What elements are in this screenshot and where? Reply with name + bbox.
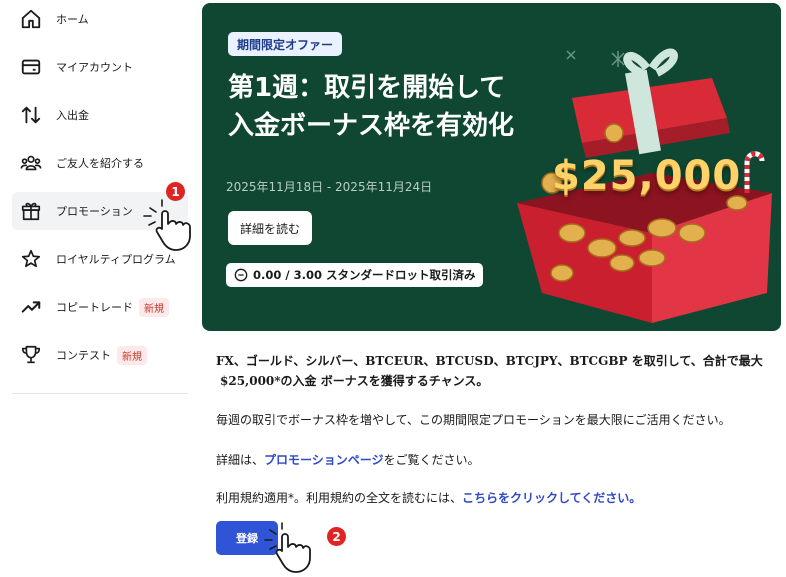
step-1-marker: 1 <box>166 182 185 201</box>
trend-up-icon <box>20 296 42 318</box>
read-details-button[interactable]: 詳細を読む <box>228 211 313 245</box>
sidebar-item-label: コピートレード <box>56 301 133 314</box>
step-2-marker: 2 <box>327 527 346 546</box>
transfer-arrows-icon <box>20 104 42 126</box>
lot-progress-pill: 0.00 / 3.00 スタンダードロット取引済み <box>226 263 484 287</box>
sidebar-divider <box>12 393 188 394</box>
text-span: 利用規約適用*。利用規約の全文を読むには、 <box>216 491 463 505</box>
people-icon <box>20 152 42 174</box>
home-icon <box>20 8 42 30</box>
lot-progress-text: 0.00 / 3.00 スタンダードロット取引済み <box>253 268 476 282</box>
sidebar-item-label: 入出金 <box>56 109 89 122</box>
bonus-amount: $25,000 <box>552 153 742 199</box>
new-badge: 新規 <box>117 345 147 365</box>
minus-circle-icon <box>234 268 248 282</box>
pointing-hand-icon <box>264 522 311 573</box>
banner-title-line: 入金ボーナス枠を有効化 <box>228 111 515 141</box>
pointing-hand-icon <box>143 199 191 251</box>
sidebar-item-label: マイアカウント <box>56 61 133 74</box>
promo-summary-line: FX、ゴールド、シルバー、BTCEUR、BTCUSD、BTCJPY、BTCGBP… <box>216 354 763 368</box>
sidebar-item-label: ご友人を紹介する <box>56 157 144 170</box>
text-span: をご覧ください。 <box>383 453 480 467</box>
banner-title-line: 第1週：取引を開始して <box>228 73 506 103</box>
banner-title: 第1週：取引を開始して 入金ボーナス枠を有効化 <box>228 69 558 145</box>
sidebar-item-label: ロイヤルティプログラム <box>56 253 176 266</box>
sidebar-item-label: プロモーション <box>56 205 133 218</box>
gift-icon <box>20 200 42 222</box>
new-badge: 新規 <box>139 297 169 317</box>
wallet-icon <box>20 56 42 78</box>
sidebar-item-refer-friend[interactable]: ご友人を紹介する <box>12 144 188 182</box>
sidebar-item-home[interactable]: ホーム <box>12 0 188 38</box>
promo-paragraph: 毎週の取引でボーナス枠を増やして、この期間限定プロモーションを最大限にご活用くだ… <box>216 413 731 427</box>
promo-summary: FX、ゴールド、シルバー、BTCEUR、BTCUSD、BTCJPY、BTCGBP… <box>216 351 776 391</box>
sidebar-item-deposit-withdraw[interactable]: 入出金 <box>12 96 188 134</box>
trophy-icon <box>20 344 42 366</box>
sidebar-item-contest[interactable]: コンテスト 新規 <box>12 336 188 374</box>
promo-dates: 2025年11月18日 - 2025年11月24日 <box>226 180 433 194</box>
promo-details-paragraph: 詳細は、プロモーションページをご覧ください。 <box>216 451 776 468</box>
sidebar-item-label: ホーム <box>56 13 89 26</box>
promo-banner: 期間限定オファー 第1週：取引を開始して 入金ボーナス枠を有効化 2025年11… <box>202 3 781 331</box>
promotion-page-link[interactable]: プロモーションページ <box>264 453 384 467</box>
sidebar-item-my-account[interactable]: マイアカウント <box>12 48 188 86</box>
terms-paragraph: 利用規約適用*。利用規約の全文を読むには、こちらをクリックしてください。 <box>216 489 776 506</box>
limited-offer-tag: 期間限定オファー <box>228 32 343 56</box>
sidebar-item-label: コンテスト <box>56 349 111 362</box>
sidebar-item-copy-trade[interactable]: コピートレード 新規 <box>12 288 188 326</box>
text-span: 詳細は、 <box>216 453 265 467</box>
star-icon <box>20 248 42 270</box>
terms-link[interactable]: こちらをクリックしてください。 <box>462 491 641 505</box>
promo-summary-line: $25,000*の入金 ボーナスを獲得するチャンス。 <box>220 374 489 388</box>
